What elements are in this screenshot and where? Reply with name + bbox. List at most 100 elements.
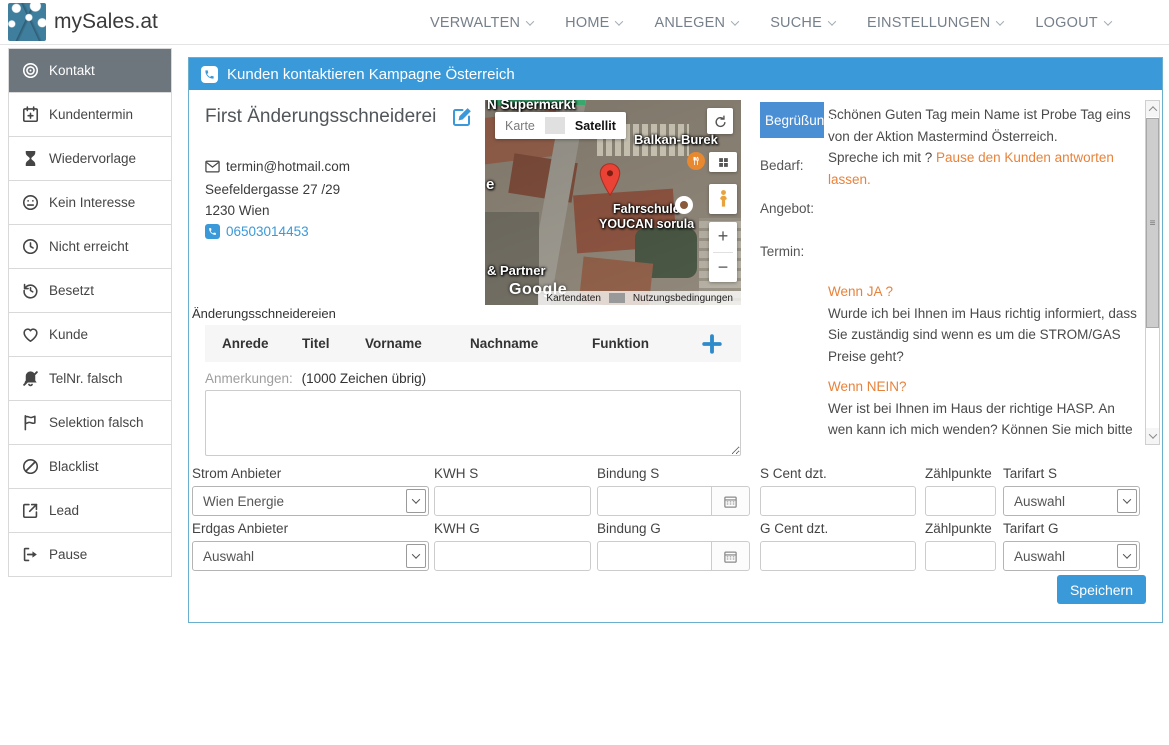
- cafe-poi-icon[interactable]: [675, 196, 693, 214]
- g-cent-input[interactable]: [760, 541, 916, 571]
- clock-icon: [21, 237, 40, 256]
- sidebar-item-label: Kontakt: [49, 63, 95, 78]
- kwh-s-input[interactable]: [434, 486, 591, 516]
- tarifart-s-label: Tarifart S: [1003, 466, 1140, 481]
- zaehlpunkte-g-input[interactable]: [925, 541, 996, 571]
- plus-icon: [701, 333, 723, 355]
- chevron-down-icon: [996, 17, 1004, 25]
- tarifart-g-select[interactable]: Auswahl: [1003, 541, 1140, 571]
- menu-item-label: VERWALTEN: [430, 15, 520, 31]
- sidebar-item-label: TelNr. falsch: [49, 371, 123, 386]
- tarifart-s-select[interactable]: Auswahl: [1003, 486, 1140, 516]
- map-marker-icon[interactable]: [597, 162, 623, 198]
- phone-icon: [201, 66, 218, 83]
- select-arrow: [406, 544, 426, 568]
- menu-item-home[interactable]: HOME: [565, 15, 622, 31]
- call-script-panel: Begrüßung: Bedarf: Angebot: Termin: Schö…: [760, 100, 1142, 445]
- bindung-s-input[interactable]: [597, 486, 712, 516]
- email-value[interactable]: termin@hotmail.com: [226, 159, 350, 174]
- notes-label: Anmerkungen:: [205, 371, 293, 386]
- menu-item-label: EINSTELLUNGEN: [867, 15, 990, 31]
- script-text: Schönen Guten Tag mein Name ist Probe Ta…: [828, 100, 1140, 445]
- brand-logo-icon: [8, 3, 46, 41]
- datepicker-button[interactable]: [712, 486, 750, 516]
- sidebar-item-besetzt[interactable]: Besetzt: [9, 269, 171, 313]
- erdgas-anbieter-label: Erdgas Anbieter: [192, 521, 429, 536]
- datepicker-button[interactable]: [712, 541, 750, 571]
- address-line-1: Seefeldergasse 27 /29: [205, 182, 340, 197]
- notes-char-counter: (1000 Zeichen übrig): [302, 371, 427, 386]
- scrollbar-thumb[interactable]: ≡: [1146, 118, 1159, 328]
- sidebar-item-label: Pause: [49, 547, 87, 562]
- bindung-g-input[interactable]: [597, 541, 712, 571]
- sidebar-item-telnr-falsch[interactable]: TelNr. falsch: [9, 357, 171, 401]
- map-label-balkan-burek: Balkan-Burek: [634, 132, 718, 147]
- map-type-control: Karte Satellit: [495, 112, 626, 139]
- save-button[interactable]: Speichern: [1057, 575, 1146, 604]
- kwh-g-label: KWH G: [434, 521, 591, 536]
- sidebar-item-label: Wiedervorlage: [49, 151, 136, 166]
- menu-item-logout[interactable]: LOGOUT: [1035, 15, 1110, 31]
- tarifart-g-value: Auswahl: [1004, 549, 1115, 564]
- kartendaten-link[interactable]: Kartendaten: [538, 293, 609, 304]
- sidebar-item-blacklist[interactable]: Blacklist: [9, 445, 171, 489]
- scroll-up-button[interactable]: [1146, 101, 1159, 117]
- map-rotate-button[interactable]: [707, 108, 733, 134]
- main-menu: VERWALTEN HOME ANLEGEN SUCHE EINSTELLUNG…: [430, 0, 1111, 45]
- target-icon: [21, 61, 40, 80]
- sidebar-item-kunde[interactable]: Kunde: [9, 313, 171, 357]
- kwh-s-label: KWH S: [434, 466, 591, 481]
- s-cent-label: S Cent dzt.: [760, 466, 916, 481]
- select-arrow: [1117, 489, 1137, 513]
- menu-item-verwalten[interactable]: VERWALTEN: [430, 15, 533, 31]
- erdgas-anbieter-select[interactable]: Auswahl: [192, 541, 429, 571]
- menu-item-einstellungen[interactable]: EINSTELLUNGEN: [867, 15, 1003, 31]
- menu-item-anlegen[interactable]: ANLEGEN: [654, 15, 738, 31]
- edit-icon[interactable]: [450, 105, 474, 129]
- scroll-down-button[interactable]: [1146, 428, 1159, 444]
- sidebar-item-label: Besetzt: [49, 283, 94, 298]
- zaehlpunkte-g-label: Zählpunkte: [925, 521, 996, 536]
- zaehlpunkte-s-input[interactable]: [925, 486, 996, 516]
- sidebar-item-selektion-falsch[interactable]: Selektion falsch: [9, 401, 171, 445]
- sidebar-item-lead[interactable]: Lead: [9, 489, 171, 533]
- menu-item-label: ANLEGEN: [654, 15, 725, 31]
- script-scrollbar[interactable]: ≡: [1145, 100, 1160, 445]
- nutzungsbedingungen-link[interactable]: Nutzungsbedingungen: [625, 293, 741, 304]
- add-contact-button[interactable]: [700, 332, 724, 356]
- sidebar-item-nicht-erreicht[interactable]: Nicht erreicht: [9, 225, 171, 269]
- restaurant-poi-icon[interactable]: [687, 152, 705, 170]
- brand[interactable]: mySales.at: [8, 3, 158, 41]
- map-satellite-view[interactable]: N Supermarkt Balkan-Burek Fahrschule YOU…: [485, 100, 741, 305]
- sidebar-item-pause[interactable]: Pause: [9, 533, 171, 577]
- sidebar-item-kundentermin[interactable]: Kundentermin: [9, 93, 171, 137]
- divider: [609, 293, 625, 303]
- kwh-g-input[interactable]: [434, 541, 591, 571]
- contacts-table-header: Anrede Titel Vorname Nachname Funktion: [205, 325, 741, 362]
- wenn-nein-text: Wer ist bei Ihnen im Haus der richtige H…: [828, 398, 1140, 446]
- chevron-down-icon: [526, 17, 534, 25]
- script-label-termin: Termin:: [760, 244, 804, 259]
- panel-header: Kunden kontaktieren Kampagne Österreich: [189, 58, 1162, 90]
- sidebar-item-kein-interesse[interactable]: Kein Interesse: [9, 181, 171, 225]
- sidebar-item-kontakt[interactable]: Kontakt: [9, 49, 171, 93]
- zoom-out-button[interactable]: −: [709, 253, 737, 283]
- map-type-satellit-button[interactable]: Satellit: [565, 119, 626, 133]
- notes-textarea[interactable]: [205, 390, 741, 456]
- map-label-fahrschule-1: Fahrschule: [613, 202, 680, 216]
- script-label-begruessung: Begrüßung:: [760, 102, 824, 138]
- pegman-button[interactable]: [709, 184, 737, 214]
- company-row: First Änderungsschneiderei: [205, 105, 474, 129]
- strom-anbieter-select[interactable]: Wien Energie: [192, 486, 429, 516]
- phone-number-link[interactable]: 06503014453: [226, 224, 309, 239]
- top-navbar: mySales.at VERWALTEN HOME ANLEGEN SUCHE …: [0, 0, 1169, 45]
- map-type-karte-button[interactable]: Karte: [495, 119, 545, 133]
- zoom-in-button[interactable]: +: [709, 222, 737, 252]
- sidebar-item-wiedervorlage[interactable]: Wiedervorlage: [9, 137, 171, 181]
- menu-item-suche[interactable]: SUCHE: [770, 15, 835, 31]
- map-tiles-button[interactable]: [709, 152, 737, 172]
- map-label-street: e: [486, 176, 494, 193]
- bell-slash-icon: [21, 369, 40, 388]
- s-cent-input[interactable]: [760, 486, 916, 516]
- table-caption: Änderungsschneidereien: [192, 306, 336, 321]
